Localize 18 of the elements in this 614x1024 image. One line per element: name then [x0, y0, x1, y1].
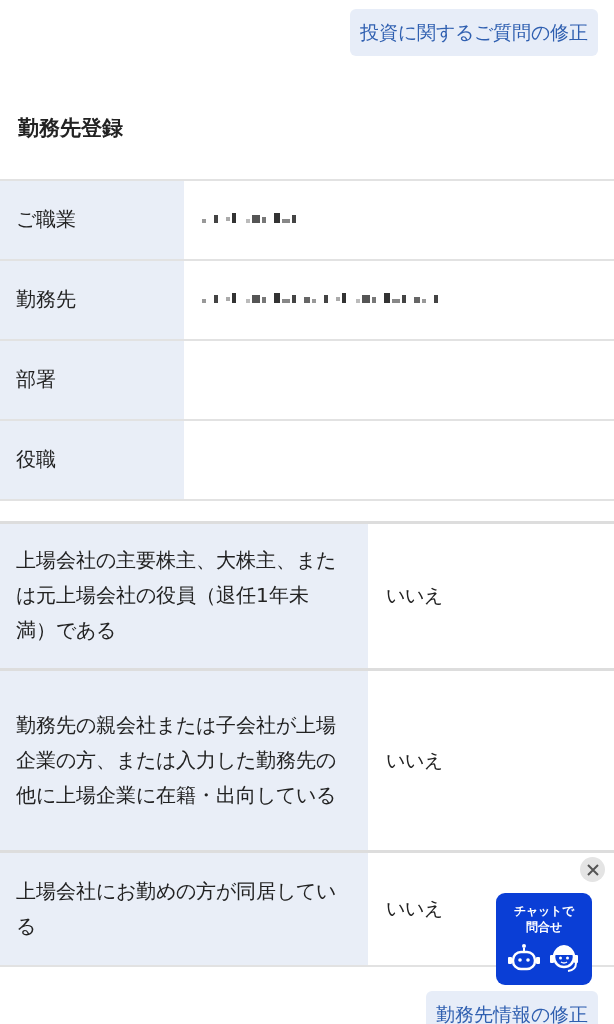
field-label: 勤務先 [0, 260, 184, 339]
question-label: 勤務先の親会社または子会社が上場企業の方、または入力した勤務先の他に上場企業に在籍・出向している [0, 670, 368, 850]
section-title: 勤務先登録 [17, 115, 124, 141]
edit-employment-button[interactable]: 勤務先情報の修正 [426, 990, 598, 1024]
field-label: 部署 [0, 340, 184, 419]
edit-investment-button[interactable]: 投資に関するご質問の修正 [350, 9, 598, 56]
field-label: ご職業 [0, 180, 184, 259]
close-icon [586, 863, 599, 876]
answer-value: いいえ [386, 583, 443, 609]
field-label: 役職 [0, 420, 184, 499]
chat-label: チャットで問合せ [513, 903, 576, 936]
question-label: 上場会社の主要株主、大株主、または元上場会社の役員（退任1年未満）である [0, 523, 368, 668]
close-button[interactable] [580, 857, 605, 882]
answer-value: いいえ [386, 747, 443, 773]
operator-icon [548, 943, 580, 974]
question-label: 上場会社にお勤めの方が同居している [0, 852, 368, 965]
chat-widget-button[interactable]: チャットで問合せ [496, 893, 592, 985]
answer-value: いいえ [386, 896, 443, 922]
